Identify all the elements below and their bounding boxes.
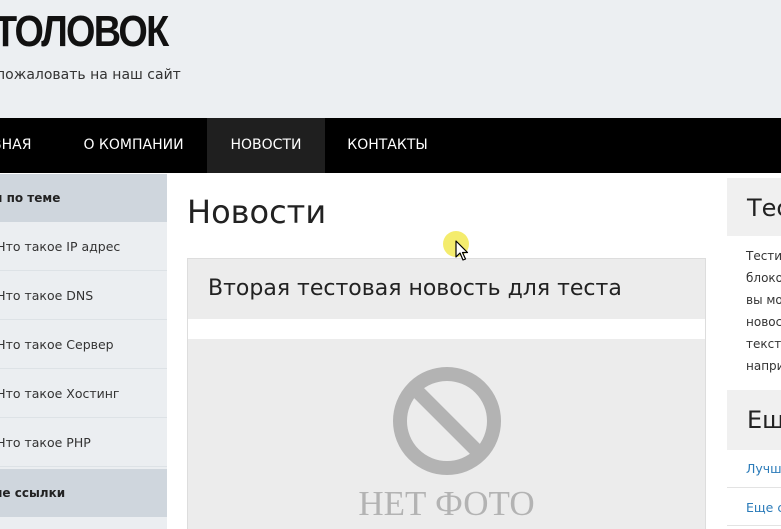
site-title[interactable]: ТОЛОВОК (0, 4, 169, 60)
nav-item-label: НОВОСТИ (230, 137, 302, 153)
nav-item-label: ВНАЯ (0, 137, 32, 153)
nav-item-home[interactable]: ВНАЯ (0, 118, 60, 173)
no-photo-icon (393, 367, 501, 475)
nav-item-label: О КОМПАНИИ (83, 137, 184, 153)
sidebar-link-label: Что такое PHP (0, 435, 91, 450)
widget-text-line: блоко (746, 271, 781, 285)
sidebar-link-hosting[interactable]: Что такое Хостинг (0, 370, 167, 418)
sidebar-link-php[interactable]: Что такое PHP (0, 419, 167, 467)
sidebar-link-label: Что такое IP адрес (0, 239, 121, 254)
site-tagline: пожаловать на наш сайт (0, 67, 181, 83)
widget-text-block: Тести блоко вы мо новос текст, напри (727, 236, 781, 386)
sidebar-link-server[interactable]: Что такое Сервер (0, 321, 167, 369)
nav-item-news[interactable]: НОВОСТИ (207, 118, 325, 173)
widget-title-bar: Ещ (727, 390, 781, 450)
site-header: ТОЛОВОК пожаловать на наш сайт (0, 0, 781, 118)
widget-title-bar: Тес (727, 178, 781, 238)
news-title-link[interactable]: Вторая тестовая новость для теста (208, 275, 622, 303)
sidebar-link-ip[interactable]: Что такое IP адрес (0, 223, 167, 271)
sidebar-heading-label: и по теме (0, 191, 61, 205)
sidebar-heading-label: ие ссылки (0, 486, 66, 500)
widget-link[interactable]: Еще с (746, 500, 781, 516)
sidebar-link-label: Что такое DNS (0, 288, 94, 303)
no-photo-text: НЕТ ФОТО (358, 484, 535, 523)
news-image-placeholder[interactable]: НЕТ ФОТО (188, 339, 705, 529)
nav-item-label: КОНТАКТЫ (347, 137, 428, 153)
widget-text-line: текст, (746, 337, 781, 351)
main-nav: ВНАЯ О КОМПАНИИ НОВОСТИ КОНТАКТЫ (0, 118, 781, 173)
nav-item-about[interactable]: О КОМПАНИИ (60, 118, 207, 173)
right-sidebar: Тес Тести блоко вы мо новос текст, напри… (727, 174, 781, 529)
news-title-bar: Вторая тестовая новость для теста (188, 259, 705, 319)
widget-text-line: новос (746, 315, 781, 329)
page: ТОЛОВОК пожаловать на наш сайт ВНАЯ О КО… (0, 0, 781, 529)
sidebar-link-label: Что такое Сервер (0, 337, 114, 352)
page-title: Новости (187, 193, 327, 231)
widget-text-line: напри (746, 359, 781, 373)
widget-title-text: Тес (747, 194, 781, 222)
widget-divider (727, 487, 781, 488)
sidebar-link-dns[interactable]: Что такое DNS (0, 272, 167, 320)
main-content: Новости Вторая тестовая новость для тест… (167, 174, 727, 529)
sidebar-heading-related: и по теме (0, 174, 167, 222)
mouse-cursor-icon (455, 240, 469, 261)
widget-link[interactable]: Лучш (746, 461, 781, 477)
sidebar-heading-links: ие ссылки (0, 469, 167, 517)
left-sidebar: и по теме Что такое IP адрес Что такое D… (0, 174, 167, 529)
sidebar-link-label: Что такое Хостинг (0, 386, 120, 401)
widget-title-text: Ещ (747, 406, 781, 434)
nav-item-contacts[interactable]: КОНТАКТЫ (325, 118, 450, 173)
widget-divider (727, 525, 781, 526)
news-card: Вторая тестовая новость для теста НЕТ ФО… (187, 258, 706, 529)
widget-text-line: Тести (746, 249, 781, 263)
widget-text-line: вы мо (746, 293, 781, 307)
